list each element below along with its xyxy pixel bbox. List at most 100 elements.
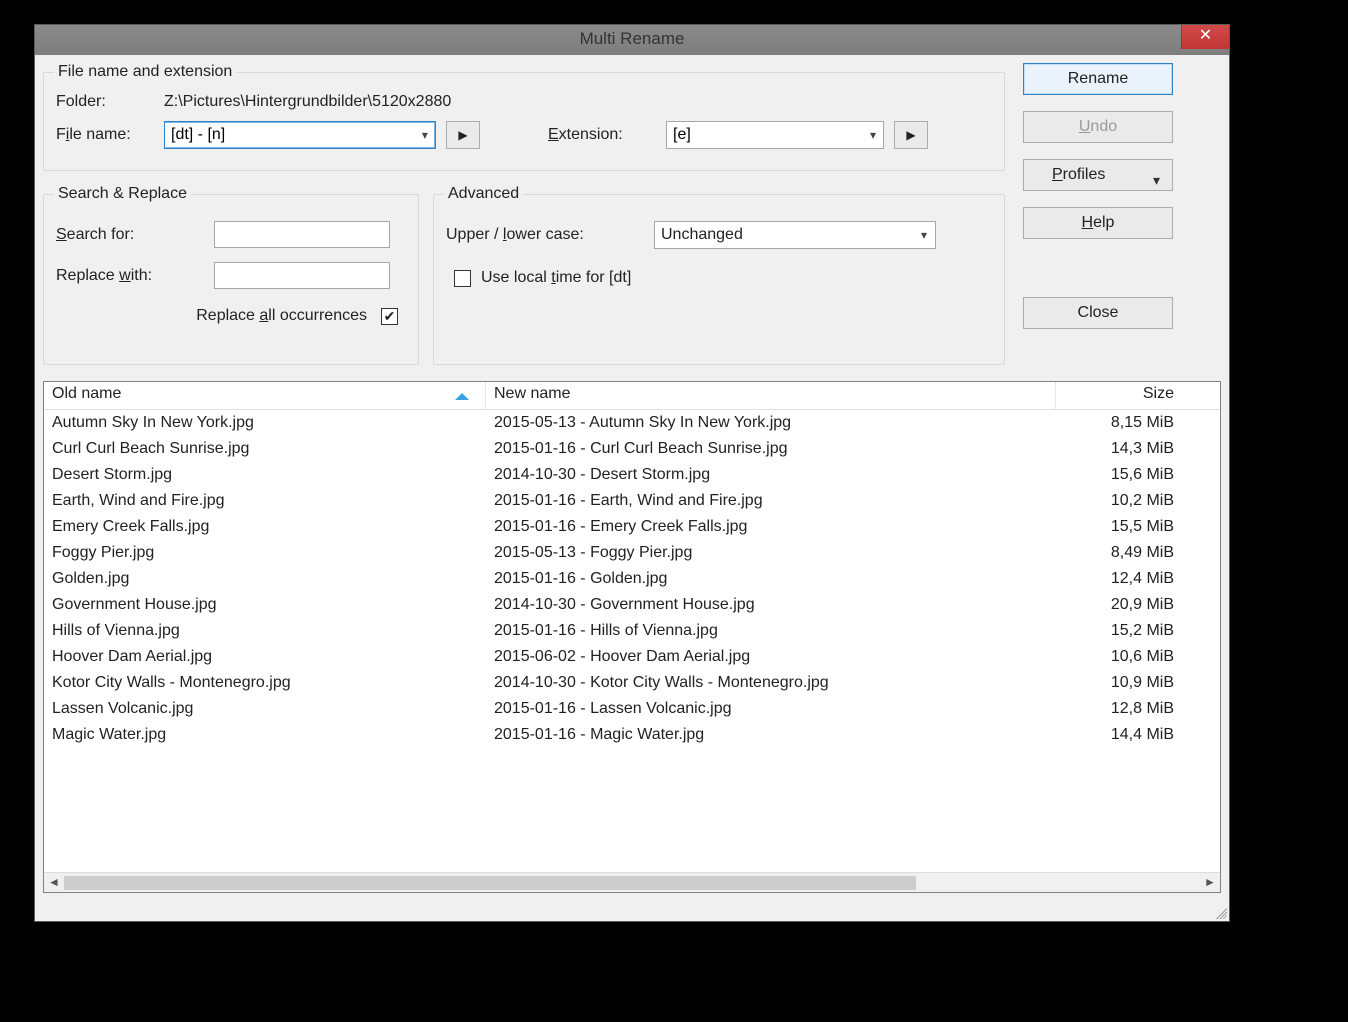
cell-old-name: Lassen Volcanic.jpg: [44, 700, 486, 718]
table-row[interactable]: Earth, Wind and Fire.jpg2015-01-16 - Ear…: [44, 488, 1220, 514]
cell-old-name: Desert Storm.jpg: [44, 466, 486, 484]
column-new-name[interactable]: New name: [486, 382, 1056, 409]
search-for-input[interactable]: [214, 221, 390, 248]
search-for-label: Search for:: [56, 226, 214, 244]
group-advanced-legend: Advanced: [444, 185, 523, 203]
cell-new-name: 2014-10-30 - Kotor City Walls - Monteneg…: [486, 674, 1056, 692]
table-row[interactable]: Desert Storm.jpg2014-10-30 - Desert Stor…: [44, 462, 1220, 488]
table-row[interactable]: Curl Curl Beach Sunrise.jpg2015-01-16 - …: [44, 436, 1220, 462]
cell-size: 10,2 MiB: [1056, 492, 1186, 510]
cell-old-name: Kotor City Walls - Montenegro.jpg: [44, 674, 486, 692]
button-sidebar: Rename Undo Profiles Help Close: [1023, 63, 1199, 345]
profiles-button[interactable]: Profiles: [1023, 159, 1173, 191]
resize-grip-icon[interactable]: [1213, 905, 1227, 919]
replace-with-input[interactable]: [214, 262, 390, 289]
cell-old-name: Golden.jpg: [44, 570, 486, 588]
table-row[interactable]: Autumn Sky In New York.jpg2015-05-13 - A…: [44, 410, 1220, 436]
group-search-replace-legend: Search & Replace: [54, 185, 191, 203]
chevron-down-icon[interactable]: ▾: [863, 128, 883, 142]
cell-old-name: Government House.jpg: [44, 596, 486, 614]
cell-size: 12,4 MiB: [1056, 570, 1186, 588]
cell-size: 15,2 MiB: [1056, 622, 1186, 640]
extension-label: Extension:: [548, 126, 666, 144]
folder-value: Z:\Pictures\Hintergrundbilder\5120x2880: [164, 93, 451, 111]
filename-label: File name:: [56, 126, 164, 144]
replace-all-label: Replace all occurrences: [196, 307, 367, 325]
table-row[interactable]: Hills of Vienna.jpg2015-01-16 - Hills of…: [44, 618, 1220, 644]
horizontal-scrollbar[interactable]: ◄ ►: [44, 872, 1220, 892]
window-title: Multi Rename: [35, 29, 1229, 49]
cell-size: 15,5 MiB: [1056, 518, 1186, 536]
group-search-replace: Search & Replace Search for: Replace wit…: [43, 185, 419, 365]
case-select[interactable]: Unchanged ▾: [654, 221, 936, 249]
column-size[interactable]: Size: [1056, 382, 1186, 409]
play-icon: ▶: [906, 128, 915, 142]
cell-size: 14,4 MiB: [1056, 726, 1186, 744]
cell-old-name: Hills of Vienna.jpg: [44, 622, 486, 640]
cell-old-name: Autumn Sky In New York.jpg: [44, 414, 486, 432]
group-file-extension: File name and extension Folder: Z:\Pictu…: [43, 63, 1005, 171]
extension-input[interactable]: [667, 123, 863, 147]
filename-input[interactable]: [165, 123, 415, 147]
cell-old-name: Emery Creek Falls.jpg: [44, 518, 486, 536]
folder-label: Folder:: [56, 93, 164, 111]
cell-new-name: 2014-10-30 - Desert Storm.jpg: [486, 466, 1056, 484]
cell-new-name: 2014-10-30 - Government House.jpg: [486, 596, 1056, 614]
cell-new-name: 2015-01-16 - Earth, Wind and Fire.jpg: [486, 492, 1056, 510]
local-time-label: Use local time for [dt]: [481, 269, 631, 287]
case-select-value: Unchanged: [661, 226, 743, 244]
cell-new-name: 2015-05-13 - Foggy Pier.jpg: [486, 544, 1056, 562]
cell-size: 14,3 MiB: [1056, 440, 1186, 458]
filename-pattern-button[interactable]: ▶: [446, 121, 480, 149]
table-row[interactable]: Magic Water.jpg2015-01-16 - Magic Water.…: [44, 722, 1220, 748]
rename-button[interactable]: Rename: [1023, 63, 1173, 95]
local-time-checkbox[interactable]: [454, 270, 471, 287]
cell-old-name: Magic Water.jpg: [44, 726, 486, 744]
table-row[interactable]: Hoover Dam Aerial.jpg2015-06-02 - Hoover…: [44, 644, 1220, 670]
cell-new-name: 2015-01-16 - Hills of Vienna.jpg: [486, 622, 1056, 640]
cell-size: 8,49 MiB: [1056, 544, 1186, 562]
cell-old-name: Earth, Wind and Fire.jpg: [44, 492, 486, 510]
play-icon: ▶: [458, 128, 467, 142]
chevron-down-icon[interactable]: ▾: [415, 128, 435, 142]
close-button[interactable]: Close: [1023, 297, 1173, 329]
replace-all-checkbox[interactable]: ✔: [381, 308, 398, 325]
dialog-window: Multi Rename ✕ File name and extension F…: [34, 24, 1230, 922]
table-row[interactable]: Emery Creek Falls.jpg2015-01-16 - Emery …: [44, 514, 1220, 540]
extension-pattern-button[interactable]: ▶: [894, 121, 928, 149]
undo-button[interactable]: Undo: [1023, 111, 1173, 143]
cell-old-name: Hoover Dam Aerial.jpg: [44, 648, 486, 666]
cell-new-name: 2015-01-16 - Lassen Volcanic.jpg: [486, 700, 1056, 718]
table-row[interactable]: Foggy Pier.jpg2015-05-13 - Foggy Pier.jp…: [44, 540, 1220, 566]
group-file-extension-legend: File name and extension: [54, 63, 236, 81]
cell-size: 10,9 MiB: [1056, 674, 1186, 692]
replace-with-label: Replace with:: [56, 267, 214, 285]
chevron-down-icon: ▾: [921, 228, 927, 242]
cell-new-name: 2015-01-16 - Magic Water.jpg: [486, 726, 1056, 744]
column-old-name[interactable]: Old name: [44, 382, 486, 409]
scroll-right-icon[interactable]: ►: [1200, 873, 1220, 893]
scrollbar-thumb[interactable]: [64, 876, 916, 890]
window-close-button[interactable]: ✕: [1181, 25, 1229, 49]
cell-new-name: 2015-05-13 - Autumn Sky In New York.jpg: [486, 414, 1056, 432]
scrollbar-track[interactable]: [64, 876, 1200, 890]
cell-new-name: 2015-01-16 - Curl Curl Beach Sunrise.jpg: [486, 440, 1056, 458]
case-label: Upper / lower case:: [446, 226, 654, 244]
extension-combo[interactable]: ▾: [666, 121, 884, 149]
list-body[interactable]: Autumn Sky In New York.jpg2015-05-13 - A…: [44, 410, 1220, 872]
cell-new-name: 2015-01-16 - Emery Creek Falls.jpg: [486, 518, 1056, 536]
help-button[interactable]: Help: [1023, 207, 1173, 239]
list-header: Old name New name Size: [44, 382, 1220, 410]
cell-size: 8,15 MiB: [1056, 414, 1186, 432]
cell-size: 12,8 MiB: [1056, 700, 1186, 718]
table-row[interactable]: Lassen Volcanic.jpg2015-01-16 - Lassen V…: [44, 696, 1220, 722]
table-row[interactable]: Government House.jpg2014-10-30 - Governm…: [44, 592, 1220, 618]
table-row[interactable]: Golden.jpg2015-01-16 - Golden.jpg12,4 Mi…: [44, 566, 1220, 592]
scroll-left-icon[interactable]: ◄: [44, 873, 64, 893]
cell-new-name: 2015-06-02 - Hoover Dam Aerial.jpg: [486, 648, 1056, 666]
file-list: Old name New name Size Autumn Sky In New…: [43, 381, 1221, 893]
title-bar[interactable]: Multi Rename ✕: [35, 25, 1229, 55]
group-advanced: Advanced Upper / lower case: Unchanged ▾…: [433, 185, 1005, 365]
table-row[interactable]: Kotor City Walls - Montenegro.jpg2014-10…: [44, 670, 1220, 696]
filename-combo[interactable]: ▾: [164, 121, 436, 149]
